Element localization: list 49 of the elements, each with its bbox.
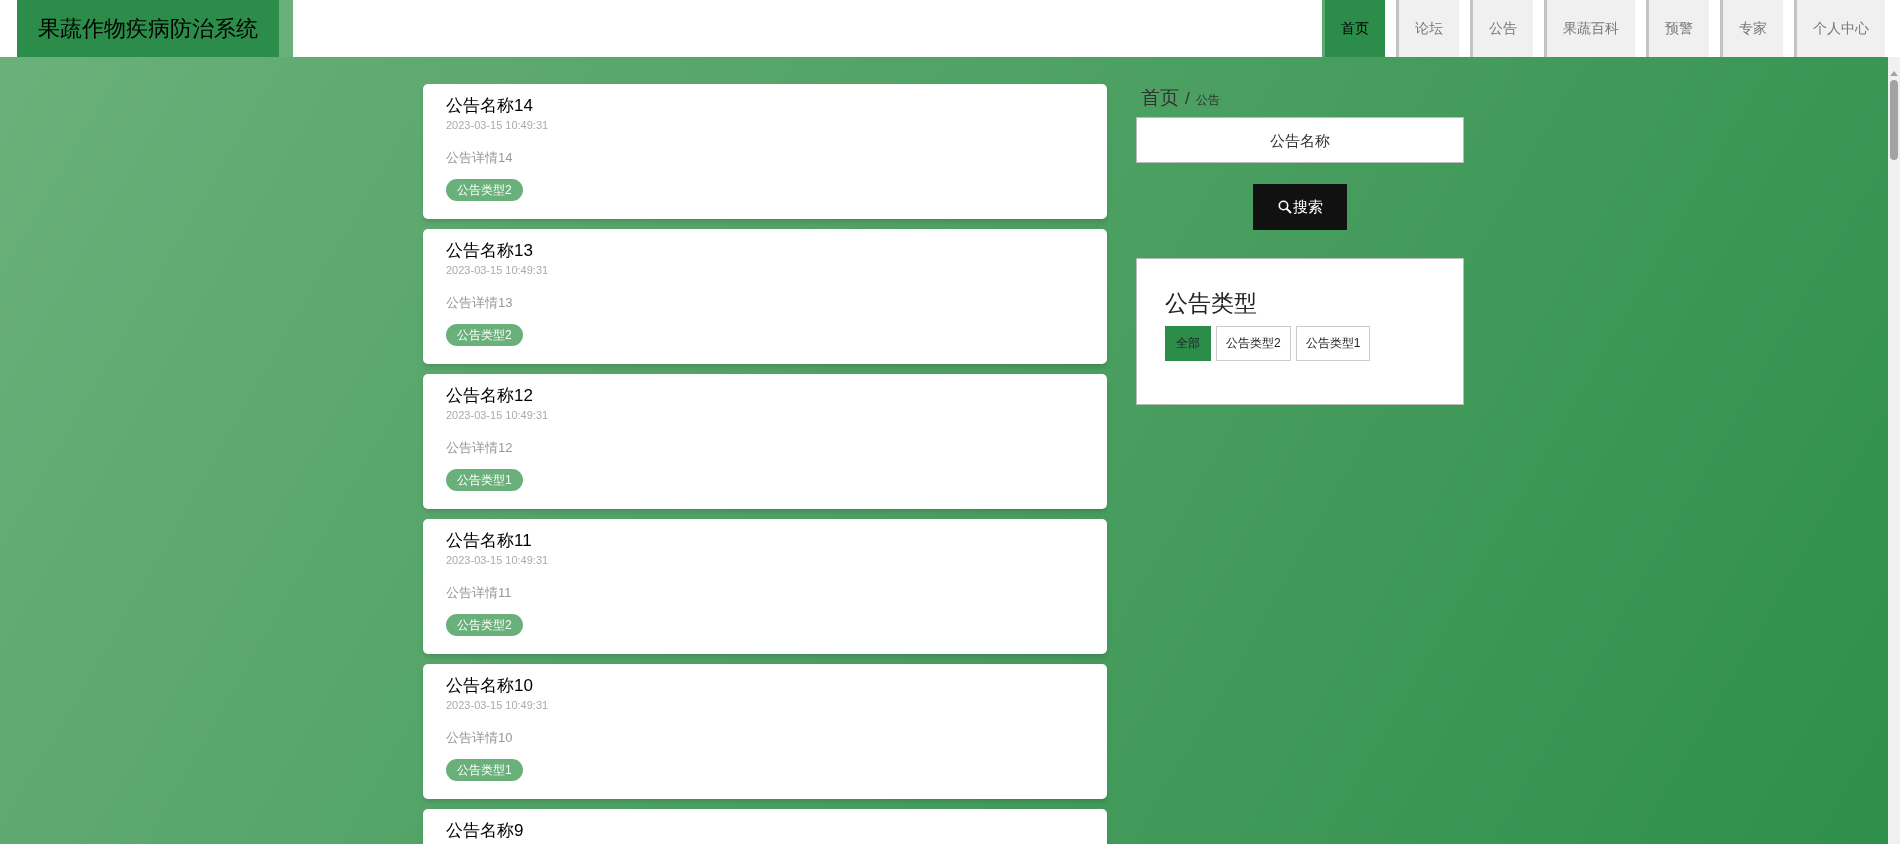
nav-tab[interactable]: 专家 — [1720, 0, 1783, 57]
notice-detail: 公告详情11 — [446, 584, 512, 602]
search-field[interactable]: 公告名称 — [1136, 117, 1464, 163]
search-icon — [1277, 200, 1292, 214]
notice-card[interactable]: 公告名称11 2023-03-15 10:49:31 公告详情11 公告类型2 — [423, 519, 1107, 654]
filter-option[interactable]: 公告类型1 — [1295, 325, 1371, 361]
scrollbar[interactable] — [1888, 57, 1900, 844]
filter-option[interactable]: 全部 — [1165, 325, 1211, 361]
notice-tag: 公告类型2 — [446, 614, 523, 636]
nav-tab[interactable]: 首页 — [1322, 0, 1385, 57]
notice-title: 公告名称14 — [446, 95, 533, 117]
notice-date: 2023-03-15 10:49:31 — [446, 408, 549, 423]
filter-option[interactable]: 公告类型2 — [1216, 325, 1291, 361]
site-title: 果蔬作物疾病防治系统 — [17, 0, 279, 57]
notice-title: 公告名称12 — [446, 385, 533, 407]
notice-card[interactable]: 公告名称13 2023-03-15 10:49:31 公告详情13 公告类型2 — [423, 229, 1107, 364]
notice-tag: 公告类型2 — [446, 179, 523, 201]
notice-tag: 公告类型2 — [446, 324, 523, 346]
nav-tab[interactable]: 论坛 — [1396, 0, 1459, 57]
breadcrumb-link[interactable]: 首页 — [1141, 84, 1179, 113]
notice-date: 2023-03-15 10:49:31 — [446, 698, 549, 713]
filter-title: 公告类型 — [1165, 289, 1258, 318]
notice-date: 2023-03-15 10:49:31 — [446, 553, 549, 568]
breadcrumb-current: 公告 — [1195, 92, 1220, 109]
nav-tab[interactable]: 公告 — [1470, 0, 1533, 57]
notice-title: 公告名称11 — [446, 530, 532, 552]
notice-date: 2023-03-15 10:49:31 — [446, 263, 549, 278]
nav-tab[interactable]: 预警 — [1646, 0, 1709, 57]
nav-tab[interactable]: 果蔬百科 — [1544, 0, 1635, 57]
notice-card[interactable]: 公告名称12 2023-03-15 10:49:31 公告详情12 公告类型1 — [423, 374, 1107, 509]
notice-card[interactable]: 公告名称10 2023-03-15 10:49:31 公告详情10 公告类型1 — [423, 664, 1107, 799]
notice-title: 公告名称13 — [446, 240, 533, 262]
breadcrumb-separator: / — [1185, 88, 1190, 110]
scroll-up-icon[interactable] — [1889, 69, 1899, 77]
notice-detail: 公告详情12 — [446, 439, 513, 457]
notice-card[interactable]: 公告名称9 — [423, 809, 1107, 844]
notice-title: 公告名称9 — [446, 820, 524, 842]
header-accent-strip — [279, 0, 293, 57]
scrollbar-thumb[interactable] — [1890, 80, 1898, 160]
notice-detail: 公告详情13 — [446, 294, 513, 312]
notice-card[interactable]: 公告名称14 2023-03-15 10:49:31 公告详情14 公告类型2 — [423, 84, 1107, 219]
notice-date: 2023-03-15 10:49:31 — [446, 118, 549, 133]
search-button[interactable]: 搜索 — [1253, 184, 1347, 230]
notice-detail: 公告详情14 — [446, 149, 513, 167]
notice-tag: 公告类型1 — [446, 469, 523, 491]
notice-detail: 公告详情10 — [446, 729, 513, 747]
notice-tag: 公告类型1 — [446, 759, 523, 781]
nav-tab[interactable]: 个人中心 — [1794, 0, 1885, 57]
notice-title: 公告名称10 — [446, 675, 533, 697]
